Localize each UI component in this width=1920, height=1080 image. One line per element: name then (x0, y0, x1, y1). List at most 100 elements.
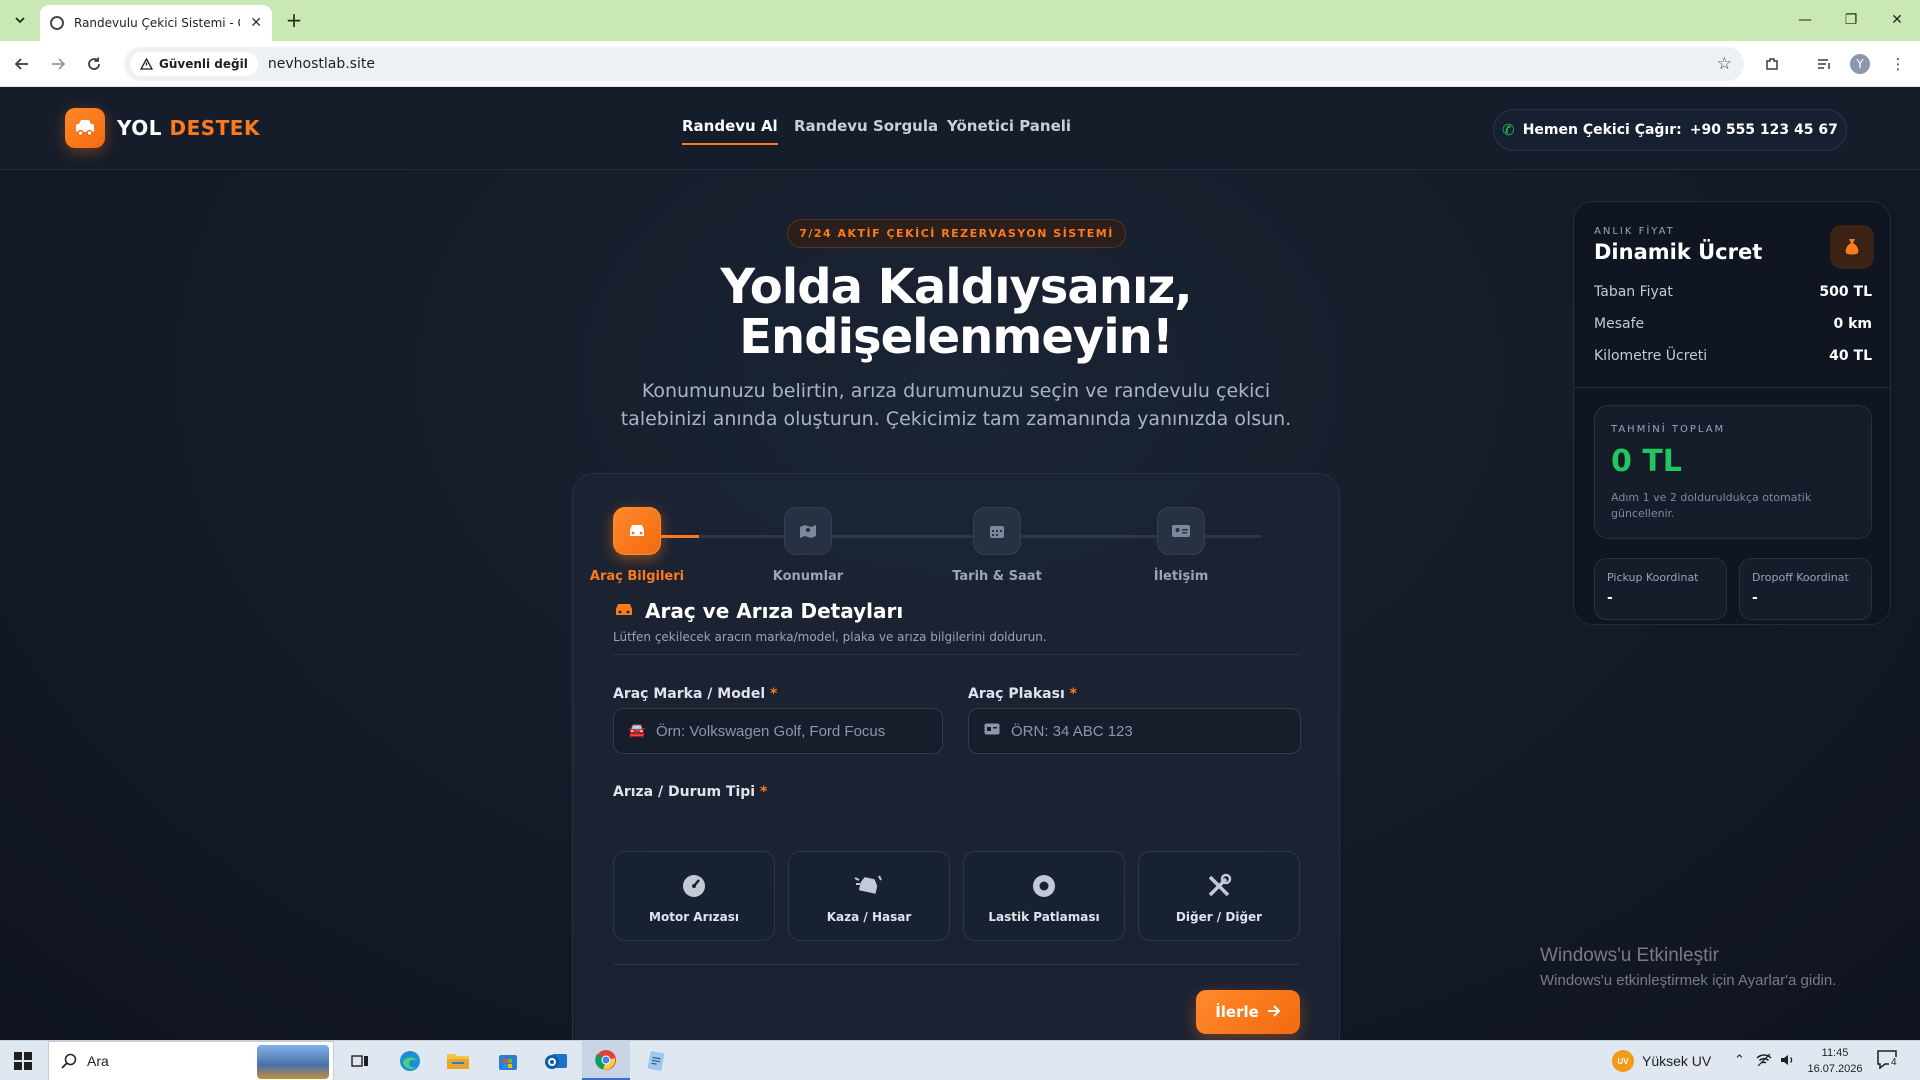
plate-field[interactable] (968, 708, 1301, 754)
arrow-left-icon (14, 58, 28, 70)
step-konumlar[interactable]: Konumlar (748, 507, 868, 584)
extensions-icon[interactable] (1760, 52, 1784, 76)
clock-time: 11:45 (1821, 1047, 1849, 1059)
price-row-distance: Mesafe 0 km (1594, 316, 1872, 332)
clock-date: 16.07.2026 (1807, 1063, 1863, 1075)
step-tarih-saat[interactable]: Tarih & Saat (937, 507, 1057, 584)
fault-option-kaza[interactable]: Kaza / Hasar (788, 851, 950, 941)
windows-taskbar: Ara UV Yüksek UV ⌃ 11:45 16.07.2026 4 (0, 1040, 1920, 1080)
step-arac-bilgileri[interactable]: Araç Bilgileri (577, 507, 697, 584)
fault-option-motor[interactable]: Motor Arızası (613, 851, 775, 941)
start-button[interactable] (0, 1041, 46, 1080)
id-card-icon (983, 723, 1001, 739)
reload-button[interactable] (82, 52, 106, 76)
step-iletisim[interactable]: İletişim (1121, 507, 1241, 584)
price-row-base: Taban Fiyat 500 TL (1594, 284, 1872, 300)
notification-center-button[interactable]: 4 (1876, 1049, 1902, 1073)
search-placeholder: Ara (87, 1053, 109, 1069)
call-number: +90 555 123 45 67 (1689, 122, 1838, 138)
media-control-icon[interactable] (1812, 52, 1836, 76)
brand-model-label: Araç Marka / Model * (613, 686, 778, 702)
uv-label: Yüksek UV (1642, 1053, 1712, 1069)
calendar-icon (973, 507, 1021, 555)
address-bar[interactable]: Güvenli değil nevhostlab.site ☆ (124, 47, 1744, 81)
total-value: 0 TL (1611, 444, 1682, 479)
nav-randevu-al[interactable]: Randevu Al (682, 117, 778, 145)
section-description: Lütfen çekilecek aracın marka/model, pla… (613, 630, 1047, 644)
pricing-title: Dinamik Ücret (1594, 240, 1763, 264)
forward-button[interactable] (46, 52, 70, 76)
pricing-kicker: ANLIK FİYAT (1594, 226, 1675, 237)
booking-form-card: Araç Bilgileri Konumlar Tarih & Saat İle… (572, 473, 1340, 1040)
plate-input[interactable] (1011, 722, 1271, 740)
minimize-button[interactable]: — (1782, 6, 1828, 34)
restore-button[interactable]: ❐ (1828, 6, 1874, 34)
phone-icon: ✆ (1502, 121, 1515, 139)
nav-randevu-sorgula[interactable]: Randevu Sorgula (794, 117, 938, 135)
car-crash-icon (789, 872, 949, 900)
section-title: Araç ve Arıza Detayları (613, 599, 903, 623)
car-icon (613, 507, 661, 555)
fault-option-diger[interactable]: Diğer / Diğer (1138, 851, 1300, 941)
tire-icon (964, 872, 1124, 900)
profile-avatar[interactable]: Y (1850, 54, 1870, 74)
brand-model-input[interactable] (656, 722, 916, 740)
back-button[interactable] (10, 52, 34, 76)
chrome-icon[interactable] (582, 1041, 630, 1080)
notepad-icon[interactable] (632, 1041, 680, 1080)
fault-option-lastik[interactable]: Lastik Patlaması (963, 851, 1125, 941)
chevron-down-icon (15, 17, 25, 24)
tab-list-button[interactable] (8, 8, 32, 32)
dropoff-coordinate-box: Dropoff Koordinat - (1739, 558, 1872, 620)
map-icon (784, 507, 832, 555)
pricing-card: ANLIK FİYAT Dinamik Ücret Taban Fiyat 50… (1573, 201, 1891, 625)
security-chip[interactable]: Güvenli değil (130, 52, 258, 76)
price-row-per-km: Kilometre Ücreti 40 TL (1594, 348, 1872, 364)
uv-index-icon: UV (1612, 1050, 1634, 1072)
site-logo-text[interactable]: YOL DESTEK (117, 116, 260, 140)
file-explorer-icon[interactable] (434, 1041, 482, 1080)
total-note: Adım 1 ve 2 dolduruldukça otomatik günce… (1611, 491, 1812, 520)
new-tab-button[interactable]: + (282, 8, 306, 32)
estimated-total-box: TAHMİNİ TOPLAM 0 TL Adım 1 ve 2 doldurul… (1594, 405, 1872, 539)
call-label: Hemen Çekici Çağır: (1522, 122, 1682, 138)
security-label: Güvenli değil (159, 57, 248, 71)
total-label: TAHMİNİ TOPLAM (1611, 424, 1726, 435)
brand-model-field[interactable]: 🚘 (613, 708, 943, 754)
notification-count: 4 (1889, 1057, 1899, 1068)
hero-title: Yolda Kaldıysanız, Endişelenmeyin! (720, 259, 1192, 365)
taskbar-search[interactable]: Ara (48, 1041, 334, 1080)
activation-watermark-subtitle: Windows'u etkinleştirmek için Ayarlar'a … (1540, 972, 1837, 989)
plate-label: Araç Plakası * (968, 686, 1077, 702)
divider (1574, 387, 1890, 388)
hero-badge: 7/24 AKTİF ÇEKİCİ REZERVASYON SİSTEMİ (787, 219, 1126, 248)
task-view-icon[interactable] (336, 1041, 384, 1080)
network-icon[interactable] (1756, 1053, 1772, 1071)
fault-type-label: Arıza / Durum Tipi * (613, 784, 768, 800)
outlook-icon[interactable] (532, 1041, 580, 1080)
tow-truck-logo-icon[interactable] (65, 108, 105, 148)
close-window-button[interactable]: ✕ (1874, 6, 1920, 34)
car-icon: 🚘 (628, 723, 646, 739)
microsoft-store-icon[interactable] (484, 1041, 532, 1080)
more-menu-icon[interactable]: ⋮ (1886, 52, 1910, 76)
url-text[interactable]: nevhostlab.site (268, 56, 375, 72)
search-highlight-image (257, 1045, 329, 1079)
divider (613, 964, 1301, 965)
volume-icon[interactable] (1780, 1053, 1796, 1071)
nav-yonetici-paneli[interactable]: Yönetici Paneli (947, 117, 1071, 135)
bookmark-star-icon[interactable]: ☆ (1717, 54, 1732, 74)
globe-icon (50, 16, 64, 30)
hero-subtitle: Konumunuzu belirtin, arıza durumunuzu se… (620, 380, 1292, 430)
call-tow-button[interactable]: ✆ Hemen Çekici Çağır: +90 555 123 45 67 (1493, 109, 1847, 151)
browser-tab[interactable]: Randevulu Çekici Sistemi - Güv ✕ (40, 5, 272, 41)
system-clock[interactable]: 11:45 16.07.2026 (1800, 1045, 1870, 1077)
chevron-up-icon[interactable]: ⌃ (1734, 1053, 1745, 1068)
edge-browser-icon[interactable] (386, 1041, 434, 1080)
pickup-coordinate-box: Pickup Koordinat - (1594, 558, 1727, 620)
weather-widget[interactable]: UV Yüksek UV (1612, 1041, 1711, 1080)
next-button[interactable]: İlerle (1196, 990, 1300, 1034)
close-tab-icon[interactable]: ✕ (250, 15, 262, 31)
tools-icon (1139, 872, 1299, 900)
reload-icon (88, 57, 100, 70)
